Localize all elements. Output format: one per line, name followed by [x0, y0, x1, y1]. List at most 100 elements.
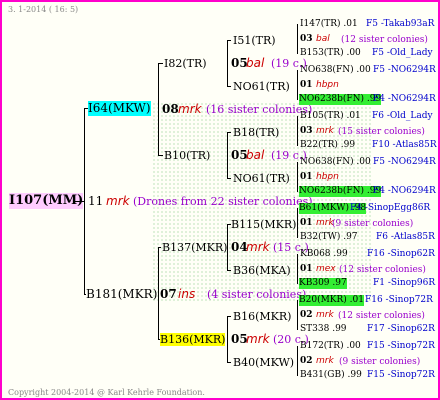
connector-line [227, 316, 228, 363]
g3-queen[interactable]: B18(TR) [233, 126, 279, 139]
connector-line [158, 247, 161, 248]
g4-dam-code: F5 -Old_Lady [372, 48, 433, 58]
g4-gen-mark: hbpn [316, 172, 339, 182]
g4-year: 03 [300, 126, 313, 136]
g4-sire-code: F5 -Takab93aR [366, 19, 435, 29]
g4-dam[interactable]: KB309 .97 [299, 278, 347, 289]
g4-year: 02 [300, 356, 313, 366]
g4-dam[interactable]: B22(TR) .99 [300, 140, 355, 151]
connector-line [158, 155, 163, 156]
g4-dam[interactable]: B32(TW) .97 [300, 232, 358, 243]
g4-sire-code: F5 -NO6294R [373, 157, 436, 167]
g4-dam-code: F15 -Sinop72R [367, 370, 435, 380]
g4-sire-code: F6 -Old_Lady [372, 111, 433, 121]
g2-queen[interactable]: B136(MKR) [160, 333, 226, 346]
g4-sire[interactable]: B172(TR) .00 [300, 341, 361, 352]
g3-queen[interactable]: B115(MKR) [231, 218, 296, 231]
g4-sire[interactable]: KB068 .99 [300, 249, 348, 260]
sire-gen-mark: mrk [178, 102, 202, 116]
g4-sire-code: F5 -NO6294R [373, 65, 436, 75]
root-year: 11 [88, 194, 104, 208]
g4-note: (15 sister colonies) [338, 127, 425, 137]
g4-dam-code: F4 -NO6294R [373, 94, 436, 104]
print-date: 3. 1-2014 ( 16: 5) [8, 5, 79, 14]
g4-sire[interactable]: B20(MKR) .01 [299, 295, 364, 306]
connector-line [297, 208, 298, 238]
g4-year: 03 [300, 34, 313, 44]
g2-queen[interactable]: B137(MKR) [162, 241, 227, 254]
g2-gen-mark: mrk [246, 240, 270, 254]
connector-line [297, 162, 298, 192]
g4-sire-code: F4 -SinopEgg86R [350, 203, 431, 213]
g2-queen[interactable]: I82(TR) [164, 57, 207, 70]
sire-queen[interactable]: I64(MKW) [88, 101, 151, 116]
dam-queen[interactable]: B181(MKR) [86, 287, 157, 302]
connector-line [74, 201, 84, 202]
connector-line [227, 316, 231, 317]
g3-queen[interactable]: NO61(TR) [233, 172, 290, 185]
g4-year: 02 [300, 310, 313, 320]
g2-queen[interactable]: B10(TR) [164, 149, 210, 162]
g4-note: (9 sister colonies) [332, 219, 414, 229]
g4-year: 01 [300, 172, 313, 182]
connector-line [297, 24, 298, 54]
connector-line [227, 86, 231, 87]
g4-sire[interactable]: NO638(FN) .00 [300, 65, 371, 76]
g4-dam[interactable]: B153(TR) .00 [300, 48, 361, 59]
g4-gen-mark: hbpn [316, 80, 339, 90]
g4-dam[interactable]: B431(GB) .99 [300, 370, 362, 381]
connector-line [158, 63, 163, 64]
root-queen[interactable]: I107(MM) [9, 193, 84, 209]
connector-line [227, 362, 231, 363]
g4-sire[interactable]: I147(TR) .01 [300, 19, 358, 30]
g3-queen[interactable]: NO61(TR) [233, 80, 290, 93]
g4-dam[interactable]: NO6238b(FN) .99 [299, 186, 382, 197]
g4-sire-code: F16 -Sinop72R [365, 295, 433, 305]
g4-dam[interactable]: NO6238b(FN) .99 [299, 94, 382, 105]
g4-note: (12 sister colonies) [341, 35, 428, 45]
g4-gen-mark: mex [316, 264, 336, 274]
g4-gen-mark: mrk [316, 310, 334, 320]
connector-line [297, 116, 298, 146]
g3-queen[interactable]: B36(MKA) [233, 264, 291, 277]
connector-line [297, 254, 298, 284]
dam-year: 07 [160, 287, 177, 301]
g4-sire[interactable]: B105(TR) .01 [300, 111, 361, 122]
g4-year: 01 [300, 80, 313, 90]
connector-line [227, 224, 228, 271]
g3-queen[interactable]: B16(MKR) [233, 310, 291, 323]
g4-dam[interactable]: ST338 .99 [300, 324, 347, 335]
g2-gen-mark: bal [246, 148, 265, 162]
connector-line [227, 270, 231, 271]
g3-queen[interactable]: I51(TR) [233, 34, 276, 47]
connector-line [227, 132, 228, 179]
g4-sire-code: F16 -Sinop62R [367, 249, 435, 259]
g4-dam-code: F17 -Sinop62R [367, 324, 435, 334]
g4-gen-mark: mrk [316, 356, 334, 366]
connector-line [158, 247, 159, 340]
g2-gen-mark: mrk [246, 332, 270, 346]
g4-note: (12 sister colonies) [338, 311, 425, 321]
connector-line [227, 40, 231, 41]
connector-line [158, 63, 159, 156]
root-gen-mark: mrk [106, 194, 130, 208]
g4-note: (9 sister colonies) [339, 357, 421, 367]
sire-note: (16 sister colonies) [206, 103, 313, 116]
sire-year: 08 [162, 102, 179, 116]
connector-line [227, 132, 231, 133]
connector-line [227, 178, 231, 179]
g4-dam-code: F6 -Atlas85R [376, 232, 435, 242]
connector-line [297, 70, 298, 100]
g4-sire[interactable]: NO638(FN) .00 [300, 157, 371, 168]
g4-gen-mark: mrk [316, 126, 334, 136]
connector-line [84, 108, 85, 295]
g2-gen-mark: bal [246, 56, 265, 70]
pedigree-frame: { "header": { "date": "3. 1-2014 ( 16: 5… [0, 0, 440, 400]
g4-dam-code: F4 -NO6294R [373, 186, 436, 196]
dam-note: (4 sister colonies) [207, 288, 307, 301]
root-note: (Drones from 22 sister colonies) [133, 195, 313, 208]
g4-dam-code: F10 -Atlas85R [372, 140, 437, 150]
g4-year: 01 [300, 264, 313, 274]
g3-queen[interactable]: B40(MKW) [233, 356, 294, 369]
copyright-notice: Copyright 2004-2014 @ Karl Kehrle Founda… [8, 388, 205, 397]
